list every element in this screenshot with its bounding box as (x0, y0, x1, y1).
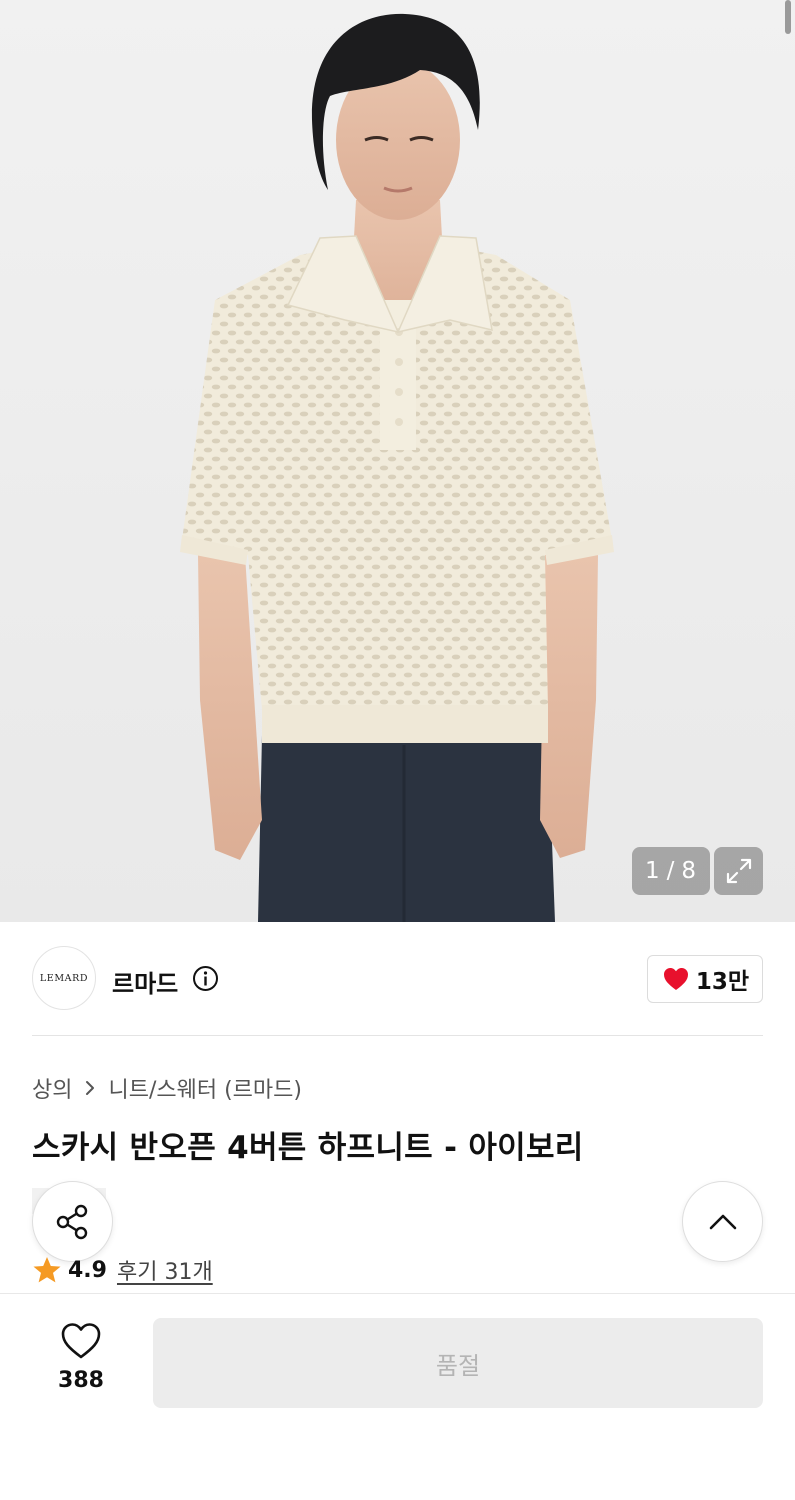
scrollbar-thumb[interactable] (785, 0, 791, 34)
brand-like-button[interactable]: 13만 (646, 955, 763, 1003)
wishlist-button[interactable]: 388 (32, 1322, 130, 1393)
product-photo (180, 13, 614, 922)
brand-logo[interactable]: LEMARD (32, 946, 96, 1010)
rating-score: 4.9 (68, 1257, 107, 1283)
review-count-link[interactable]: 후기 31개 (117, 1254, 213, 1286)
product-title: 스카시 반오픈 4버튼 하프니트 - 아이보리 (32, 1130, 584, 1166)
expand-image-button[interactable] (714, 847, 763, 895)
share-button[interactable] (32, 1181, 113, 1262)
sold-out-button[interactable]: 품절 (153, 1318, 763, 1408)
page-separator: / (666, 858, 676, 884)
breadcrumb-subcategory[interactable]: 니트/스웨터 (르마드) (108, 1072, 302, 1104)
rating-summary: 4.9 후기 31개 (32, 1254, 213, 1286)
brand-row: LEMARD 르마드 13만 (32, 946, 763, 1012)
divider (32, 1035, 763, 1036)
chevron-up-icon (709, 1214, 736, 1229)
breadcrumb-category[interactable]: 상의 (32, 1072, 72, 1104)
product-image-gallery[interactable]: 1 / 8 (0, 0, 795, 922)
share-icon (56, 1204, 87, 1239)
wishlist-count: 388 (58, 1368, 104, 1393)
expand-icon (726, 858, 751, 884)
heart-filled-icon (663, 968, 688, 990)
brand-like-count: 13만 (695, 969, 749, 995)
image-page-counter: 1 / 8 (632, 847, 710, 895)
heart-outline-icon (61, 1323, 101, 1359)
breadcrumb: 상의 니트/스웨터 (르마드) (32, 1072, 302, 1104)
total-pages: 8 (681, 858, 698, 884)
chevron-right-icon (84, 1080, 96, 1096)
star-icon (33, 1257, 61, 1283)
current-page: 1 (644, 858, 661, 884)
info-icon[interactable] (192, 965, 219, 992)
brand-name[interactable]: 르마드 (112, 964, 178, 999)
scroll-to-top-button[interactable] (682, 1181, 763, 1262)
